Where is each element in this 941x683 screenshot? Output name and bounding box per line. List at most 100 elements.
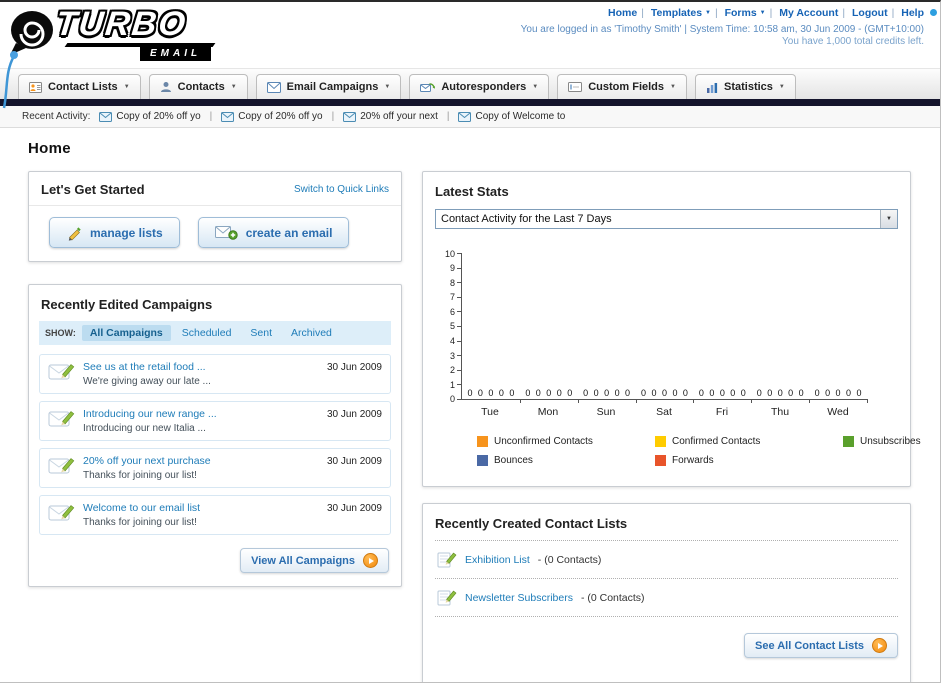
link-home[interactable]: Home xyxy=(608,7,637,19)
login-info: You are logged in as 'Timothy Smith' | S… xyxy=(520,24,924,35)
campaign-subtitle: We're giving away our late ... xyxy=(83,376,211,387)
filter-scheduled[interactable]: Scheduled xyxy=(174,325,240,341)
nav-divider-bar xyxy=(0,99,940,106)
campaign-edit-icon xyxy=(48,364,75,380)
campaign-link[interactable]: Introducing our new range ... xyxy=(83,408,319,420)
tab-contacts[interactable]: Contacts ▼ xyxy=(148,74,248,99)
create-email-button[interactable]: create an email xyxy=(197,217,350,248)
campaigns-panel: Recently Edited Campaigns SHOW: All Camp… xyxy=(28,284,402,587)
filter-sent[interactable]: Sent xyxy=(242,325,280,341)
recent-activity-item[interactable]: Copy of Welcome to xyxy=(458,111,565,122)
credits-info: You have 1,000 total credits left. xyxy=(782,36,924,47)
legend-swatch xyxy=(477,455,488,466)
y-tick: 4 xyxy=(439,336,461,346)
page: TURBO EMAIL Home | Templates ▼ | Forms ▼ | … xyxy=(0,0,941,683)
envelope-icon xyxy=(221,111,235,122)
campaign-subtitle: Thanks for joining our list! xyxy=(83,517,197,528)
get-started-title: Let's Get Started xyxy=(41,182,145,197)
y-tick: 1 xyxy=(439,380,461,390)
logo-subtitle: EMAIL xyxy=(140,47,212,61)
tab-autoresponders[interactable]: Autoresponders ▼ xyxy=(409,74,550,99)
y-tick: 10 xyxy=(439,249,461,259)
view-all-campaigns-button[interactable]: View All Campaigns xyxy=(240,548,389,573)
legend-label: Unsubscribes xyxy=(860,436,921,447)
stats-range-select[interactable]: Contact Activity for the Last 7 Days ▼ xyxy=(435,209,898,229)
tab-custom-fields[interactable]: Custom Fields ▼ xyxy=(557,74,687,99)
campaign-date: 30 Jun 2009 xyxy=(326,362,382,373)
x-axis-label: Sat xyxy=(656,406,672,418)
chart-plot: 00000000000000000000000000000000000 xyxy=(461,253,868,403)
filter-archived[interactable]: Archived xyxy=(283,325,340,341)
link-logout[interactable]: Logout xyxy=(852,7,888,19)
chart-group: 00000 xyxy=(462,253,521,403)
campaign-link[interactable]: Welcome to our email list xyxy=(83,502,319,514)
main-nav: Contact Lists ▼ Contacts ▼ Email Campaig… xyxy=(0,68,940,99)
campaign-row: Introducing our new range ... Introducin… xyxy=(39,401,391,441)
link-templates[interactable]: Templates ▼ xyxy=(651,7,711,19)
chevron-down-icon: ▼ xyxy=(670,84,676,90)
y-tick: 6 xyxy=(439,307,461,317)
chevron-down-icon: ▼ xyxy=(778,84,785,90)
chevron-down-icon: ▼ xyxy=(230,84,237,90)
x-axis-label: Thu xyxy=(770,406,790,418)
switch-quick-links-link[interactable]: Switch to Quick Links xyxy=(294,184,389,195)
legend-label: Confirmed Contacts xyxy=(672,436,761,447)
contact-list-count: - (0 Contacts) xyxy=(580,591,645,604)
contact-list-link[interactable]: Newsletter Subscribers xyxy=(465,592,573,604)
tab-contact-lists[interactable]: Contact Lists ▼ xyxy=(18,74,141,99)
legend-item: Unsubscribes xyxy=(843,436,921,447)
contact-lists-panel: Recently Created Contact Lists Exhibitio… xyxy=(422,503,911,682)
custom-fields-icon xyxy=(568,82,583,92)
recent-activity-item[interactable]: Copy of 20% off yo xyxy=(221,111,323,122)
app-logo[interactable]: TURBO EMAIL xyxy=(10,5,260,61)
chevron-down-icon: ▼ xyxy=(880,210,897,228)
chart-y-axis: 10 9 8 7 6 5 4 3 2 1 0 xyxy=(439,249,461,404)
contact-lists-icon xyxy=(29,81,42,93)
contact-list-count: - (0 Contacts) xyxy=(537,553,602,566)
list-edit-icon xyxy=(437,590,457,606)
chart-group: 00000 xyxy=(636,253,695,403)
logo-title: TURBO xyxy=(54,5,189,43)
link-my-account[interactable]: My Account xyxy=(779,7,838,19)
autoresponders-icon xyxy=(420,83,436,92)
campaign-link[interactable]: See us at the retail food ... xyxy=(83,361,319,373)
header: TURBO EMAIL Home | Templates ▼ | Forms ▼ | … xyxy=(0,2,940,109)
contact-lists-title: Recently Created Contact Lists xyxy=(435,516,628,531)
filter-all-campaigns[interactable]: All Campaigns xyxy=(81,325,171,341)
x-axis-label: Mon xyxy=(537,406,559,418)
get-started-panel: Let's Get Started Switch to Quick Links … xyxy=(28,171,402,262)
chart-group: 00000 xyxy=(751,253,811,403)
campaign-subtitle: Thanks for joining our list! xyxy=(83,470,197,481)
chart-legend: Unconfirmed Contacts Confirmed Contacts Un… xyxy=(477,436,921,466)
legend-swatch xyxy=(655,436,666,447)
x-axis-label: Wed xyxy=(827,406,849,418)
x-axis-label: Tue xyxy=(481,406,499,418)
tab-statistics[interactable]: Statistics ▼ xyxy=(694,74,796,99)
chart-group: 00000 xyxy=(578,253,637,403)
recent-activity-item[interactable]: Copy of 20% off yo xyxy=(99,111,201,122)
y-tick: 5 xyxy=(439,321,461,331)
chart-group: 00000 xyxy=(520,253,579,403)
legend-label: Bounces xyxy=(494,455,533,466)
campaign-date: 30 Jun 2009 xyxy=(326,503,382,514)
main-content: Home Let's Get Started Switch to Quick L… xyxy=(0,128,940,682)
manage-lists-button[interactable]: manage lists xyxy=(49,217,180,248)
header-links: Home | Templates ▼ | Forms ▼ | My Account | … xyxy=(608,7,924,19)
chart-x-labels: Tue Mon Sun Sat Fri Thu Wed xyxy=(461,406,867,418)
campaign-row: Welcome to our email list Thanks for joi… xyxy=(39,495,391,535)
campaign-row: See us at the retail food ... We're givi… xyxy=(39,354,391,394)
arrow-right-icon xyxy=(363,553,378,568)
see-all-contact-lists-button[interactable]: See All Contact Lists xyxy=(743,633,898,658)
link-forms[interactable]: Forms ▼ xyxy=(725,7,766,19)
page-title: Home xyxy=(28,140,71,157)
legend-item: Bounces xyxy=(477,455,655,466)
campaign-link[interactable]: 20% off your next purchase xyxy=(83,455,319,467)
link-help[interactable]: Help xyxy=(901,7,924,19)
y-tick: 2 xyxy=(439,365,461,375)
contacts-icon xyxy=(160,82,171,92)
chart-group: 00000 xyxy=(809,253,868,403)
recent-activity-item[interactable]: 20% off your next xyxy=(343,111,438,122)
contact-list-link[interactable]: Exhibition List xyxy=(465,554,530,566)
tab-email-campaigns[interactable]: Email Campaigns ▼ xyxy=(255,74,402,99)
envelope-icon xyxy=(99,111,113,122)
